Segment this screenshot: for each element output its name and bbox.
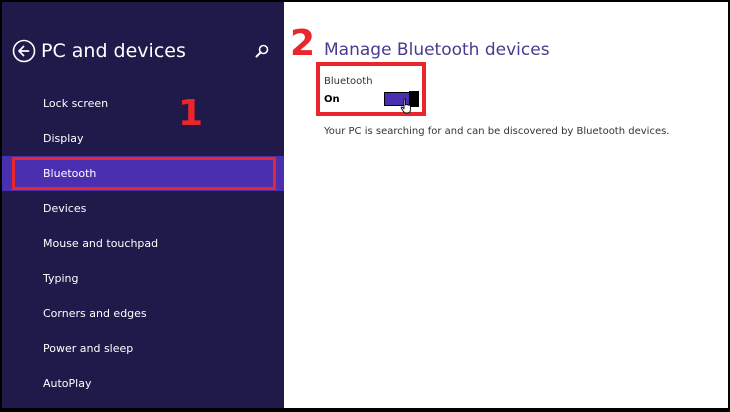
sidebar-item-bluetooth[interactable]: Bluetooth	[2, 156, 284, 191]
sidebar-item-display[interactable]: Display	[2, 121, 284, 156]
sidebar-item-mouse-and-touchpad[interactable]: Mouse and touchpad	[2, 226, 284, 261]
back-arrow-circle-icon[interactable]	[12, 39, 36, 63]
settings-window: PC and devices Lock screen Display Bluet…	[2, 2, 728, 408]
sidebar-item-corners-and-edges[interactable]: Corners and edges	[2, 296, 284, 331]
sidebar-title: PC and devices	[41, 40, 186, 62]
sidebar-item-lock-screen[interactable]: Lock screen	[2, 86, 284, 121]
sidebar-header: PC and devices	[12, 36, 186, 66]
sidebar-item-typing[interactable]: Typing	[2, 261, 284, 296]
step-1-annotation: 1	[178, 93, 204, 134]
sidebar-item-devices[interactable]: Devices	[2, 191, 284, 226]
pointer-hand-icon	[400, 98, 412, 114]
sidebar-nav: Lock screen Display Bluetooth Devices Mo…	[2, 86, 284, 401]
search-icon[interactable]	[254, 43, 270, 59]
main-content: 2 Manage Bluetooth devices Bluetooth On …	[284, 2, 728, 408]
sidebar-item-autoplay[interactable]: AutoPlay	[2, 366, 284, 401]
bluetooth-status-text: Your PC is searching for and can be disc…	[324, 126, 670, 137]
bluetooth-toggle-label: Bluetooth	[324, 76, 373, 87]
sidebar: PC and devices Lock screen Display Bluet…	[2, 2, 284, 408]
step-2-annotation: 2	[290, 23, 316, 64]
bluetooth-toggle-state: On	[324, 94, 340, 105]
page-title: Manage Bluetooth devices	[324, 40, 550, 60]
sidebar-item-power-and-sleep[interactable]: Power and sleep	[2, 331, 284, 366]
